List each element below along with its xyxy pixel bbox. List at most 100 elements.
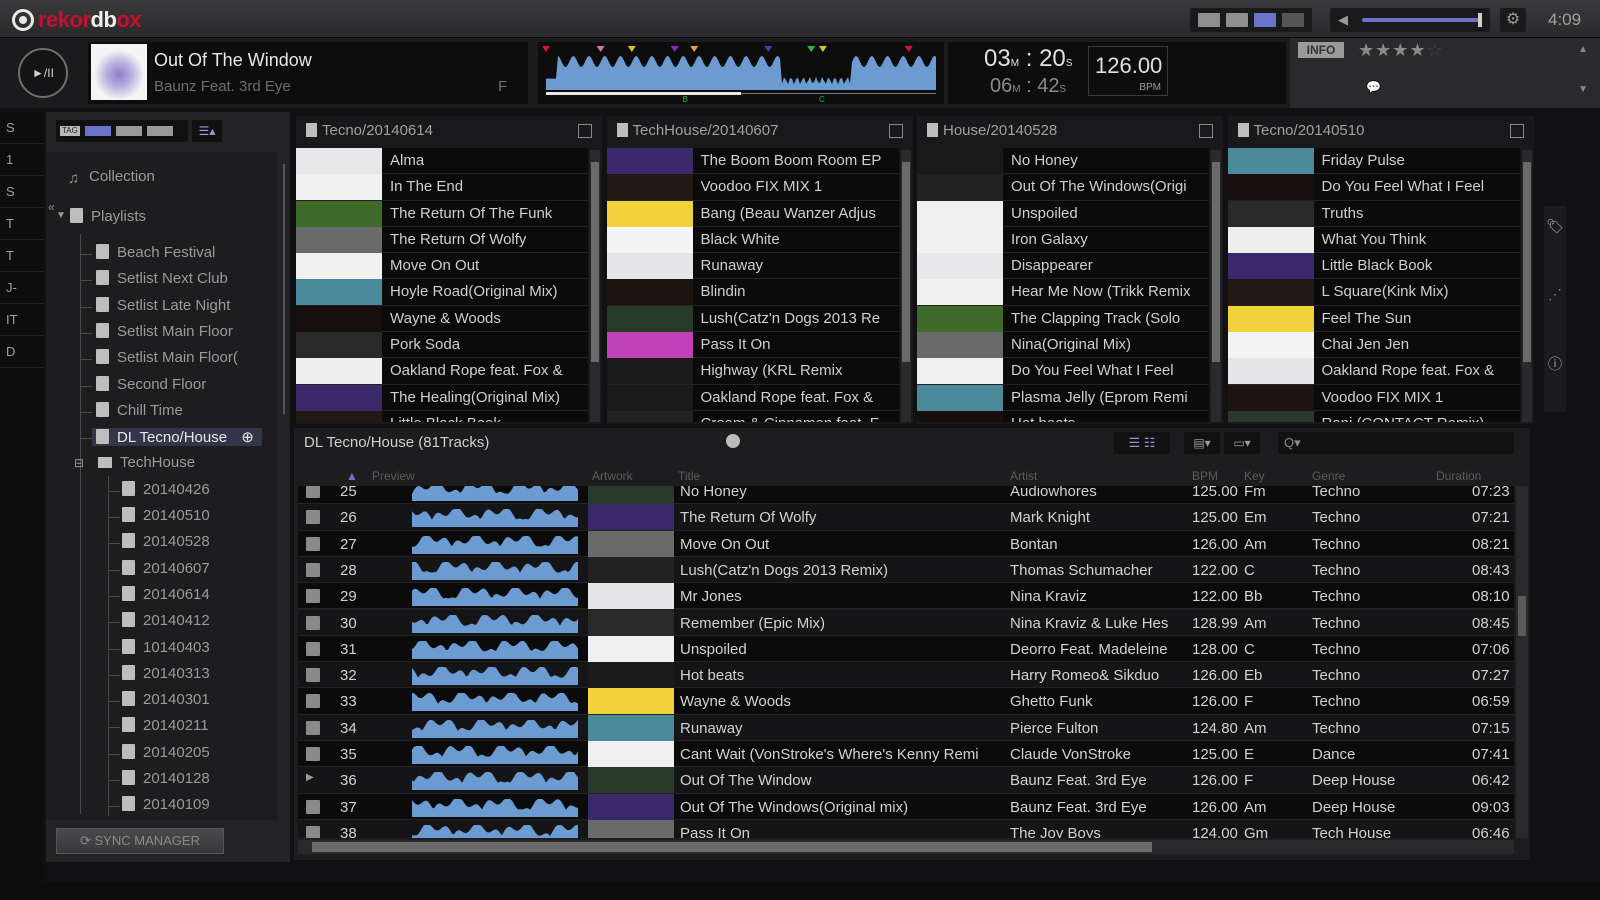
playlist-item[interactable]: DL Tecno/House ⊕ xyxy=(92,428,262,447)
preview-waveform[interactable] xyxy=(412,534,578,554)
column-header[interactable]: Artwork xyxy=(592,469,633,483)
folder-playlist-item[interactable]: 20140109 xyxy=(122,796,210,813)
sub-track-row[interactable]: Hoyle Road(Original Mix) xyxy=(296,279,588,306)
sub-track-row[interactable]: The Healing(Original Mix) xyxy=(296,384,588,411)
layout-1-button[interactable] xyxy=(1198,13,1220,27)
hot-cue-marker[interactable] xyxy=(596,46,605,52)
sub-track-row[interactable]: Voodoo FIX MIX 1 xyxy=(1227,384,1520,411)
playlist-item[interactable]: Setlist Next Club xyxy=(96,270,228,287)
scroll-thumb[interactable] xyxy=(1212,162,1220,362)
folder-playlist-item[interactable]: 20140528 xyxy=(122,533,210,550)
sub-panel-scrollbar[interactable] xyxy=(590,150,600,422)
column-header[interactable]: Key xyxy=(1244,469,1265,483)
tree-scroll-thumb[interactable] xyxy=(283,164,285,414)
sub-track-row[interactable]: Oakland Rope feat. Fox & xyxy=(1227,358,1520,385)
sub-track-row[interactable]: The Return Of Wolfy xyxy=(296,226,588,254)
sub-track-row[interactable]: Black White xyxy=(606,226,899,254)
preview-waveform[interactable] xyxy=(412,797,578,817)
sub-track-row[interactable]: Lush(Catz'n Dogs 2013 Re xyxy=(606,305,899,333)
sub-track-row[interactable]: Runaway xyxy=(606,253,899,280)
preview-waveform[interactable] xyxy=(412,613,578,633)
folder-playlist-item[interactable]: 20140211 xyxy=(122,717,209,734)
column-header[interactable]: Artist xyxy=(1010,469,1037,483)
sub-track-row[interactable]: Friday Pulse xyxy=(1227,148,1520,175)
sub-track-row[interactable]: Little Black Book xyxy=(1227,253,1520,280)
folder-playlist-item[interactable]: 20140426 xyxy=(122,480,210,498)
strip-item[interactable]: J- xyxy=(0,272,44,304)
hot-cue-marker[interactable] xyxy=(904,46,913,52)
sub-track-row[interactable]: The Clapping Track (Solo xyxy=(917,305,1209,333)
scroll-thumb[interactable] xyxy=(1522,162,1531,362)
star-icon[interactable]: ★ xyxy=(1358,40,1375,60)
tag-list-bar[interactable]: TAG xyxy=(56,120,188,142)
sub-panel-scrollbar[interactable] xyxy=(1521,150,1532,422)
sub-panel-scrollbar[interactable] xyxy=(900,150,911,422)
tree-folder[interactable]: TechHouse xyxy=(98,454,195,471)
folder-playlist-item[interactable]: 20140614 xyxy=(122,585,210,603)
scroll-thumb[interactable] xyxy=(901,162,910,362)
preview-waveform[interactable] xyxy=(412,823,578,838)
folder-playlist-item[interactable]: 20140205 xyxy=(122,743,210,761)
preview-cell[interactable] xyxy=(412,744,578,764)
panel-menu-icon[interactable] xyxy=(1509,124,1524,138)
settings-button[interactable]: ⚙ xyxy=(1500,8,1526,32)
strip-item[interactable]: S xyxy=(0,176,44,208)
sub-track-row[interactable]: Plasma Jelly (Eprom Remi xyxy=(917,384,1209,411)
overview-waveform[interactable]: BC xyxy=(538,42,944,104)
preview-waveform[interactable] xyxy=(412,770,578,791)
preview-waveform[interactable] xyxy=(412,718,578,738)
playlist-item[interactable]: Chill Time xyxy=(96,401,183,419)
table-row[interactable]: 29 Mr Jones Nina Kraviz 122.00 Bb Techno 08:10 xyxy=(298,583,1514,610)
preview-cell[interactable] xyxy=(412,823,578,838)
table-row[interactable]: 31 Unspoiled Deorro Feat. Madeleine 128.00 C… xyxy=(298,635,1514,663)
scroll-thumb[interactable] xyxy=(591,162,599,362)
sub-track-row[interactable]: Unspoiled xyxy=(917,200,1209,227)
comment-icon[interactable]: 💬 xyxy=(1366,80,1381,94)
star-icon[interactable]: ★ xyxy=(1409,40,1426,60)
strip-item[interactable]: T xyxy=(0,208,44,240)
folder-playlist-item[interactable]: 10140403 xyxy=(122,638,210,656)
sub-track-row[interactable]: Alma xyxy=(296,148,588,175)
column-header[interactable]: Preview xyxy=(372,469,415,483)
track-list-hscroll[interactable] xyxy=(298,840,1514,854)
column-header[interactable]: Duration xyxy=(1436,469,1481,483)
preview-waveform[interactable] xyxy=(412,691,578,712)
preview-cell[interactable] xyxy=(412,613,578,633)
folder-playlist-item[interactable]: 20140510 xyxy=(122,507,210,524)
sub-track-row[interactable]: Move On Out xyxy=(296,253,588,280)
preview-waveform[interactable] xyxy=(412,639,578,659)
filter-icon[interactable] xyxy=(726,434,740,448)
folder-playlist-item[interactable]: 20140607 xyxy=(122,559,210,577)
sub-panel-scrollbar[interactable] xyxy=(1211,150,1221,422)
table-row[interactable]: 33 Wayne & Woods Ghetto Funk 126.00 F Techno 0… xyxy=(298,688,1514,715)
sub-track-row[interactable]: The Boom Boom Room EP xyxy=(606,148,899,175)
sub-track-row[interactable]: Do You Feel What I Feel xyxy=(917,358,1209,385)
playlists-toggle-icon[interactable]: ▼ xyxy=(56,210,66,221)
column-buttons[interactable]: ▤▾ ▭▾ xyxy=(1184,432,1264,454)
hot-cue-marker[interactable] xyxy=(542,46,550,52)
panel-menu-icon[interactable] xyxy=(1199,124,1213,138)
column-header[interactable]: Title xyxy=(678,469,700,483)
folder-toggle-icon[interactable]: ⊟ xyxy=(74,456,84,470)
star-icon[interactable]: ☆ xyxy=(1427,40,1444,60)
sub-track-row[interactable]: Nina(Original Mix) xyxy=(917,332,1209,359)
vscroll-thumb[interactable] xyxy=(1518,596,1526,636)
playlist-item[interactable]: Second Floor xyxy=(96,375,206,393)
hot-cue-marker[interactable] xyxy=(627,46,636,52)
sub-track-row[interactable]: Hear Me Now (Trikk Remix xyxy=(917,279,1209,306)
tag-slot-2[interactable] xyxy=(115,126,142,136)
column-preset-2[interactable]: ▭▾ xyxy=(1224,432,1260,454)
column-header[interactable]: Genre xyxy=(1312,469,1345,483)
hot-cue-marker[interactable] xyxy=(690,46,699,52)
table-row[interactable]: 30 Remember (Epic Mix) Nina Kraviz & Luke … xyxy=(298,609,1514,636)
sub-track-row[interactable]: No Honey xyxy=(917,148,1209,175)
preview-cell[interactable] xyxy=(412,770,578,791)
sub-track-row[interactable]: Blindin xyxy=(606,279,899,306)
info-button[interactable]: INFO xyxy=(1298,42,1344,58)
hot-cue-marker[interactable] xyxy=(764,46,773,52)
volume-knob[interactable] xyxy=(1478,13,1482,27)
preview-cell[interactable] xyxy=(412,507,578,528)
table-row[interactable]: ▶ 36 Out Of The Window Baunz Feat. 3rd Eye 1… xyxy=(298,767,1514,794)
tree-scrollbar[interactable] xyxy=(280,152,288,820)
star-icon[interactable]: ★ xyxy=(1392,40,1409,60)
